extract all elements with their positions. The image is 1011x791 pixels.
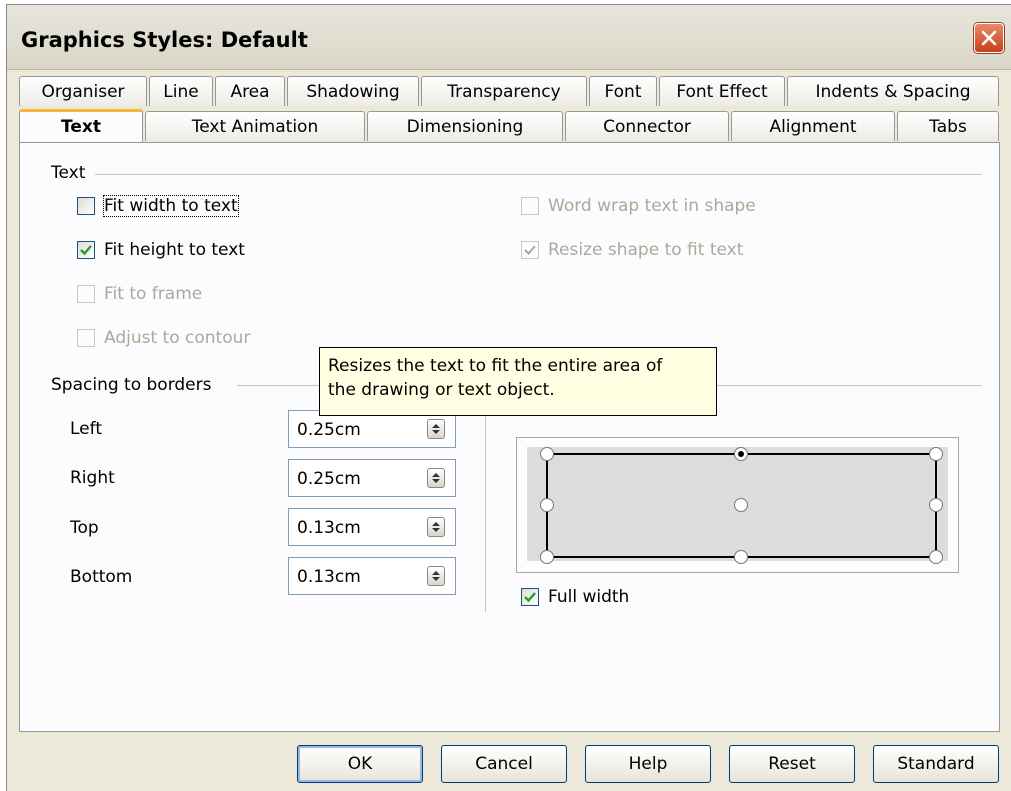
resize-shape-label[interactable]: Resize shape to fit text (548, 240, 743, 260)
ok-button[interactable]: OK (297, 745, 423, 783)
tab-label: Organiser (41, 82, 125, 102)
tab-indents-spacing[interactable]: Indents & Spacing (787, 76, 999, 106)
bottom-spacing-value: 0.13cm (297, 567, 361, 587)
reset-button[interactable]: Reset (729, 745, 855, 783)
spin-button[interactable] (427, 517, 445, 537)
anchor-middle-left[interactable] (540, 498, 554, 512)
tab-font[interactable]: Font (589, 76, 657, 106)
anchor-top-center[interactable] (734, 447, 748, 461)
anchor-top-right[interactable] (929, 447, 943, 461)
spin-arrows-icon (432, 424, 440, 434)
anchor-bottom-left[interactable] (540, 550, 554, 564)
spin-arrows-icon (432, 473, 440, 483)
checkmark-icon (524, 592, 536, 603)
fit-height-checkbox[interactable] (77, 241, 95, 259)
fit-frame-label[interactable]: Fit to frame (104, 284, 202, 304)
spin-button[interactable] (427, 468, 445, 488)
left-spacing-label: Left (70, 419, 102, 439)
tab-text-animation[interactable]: Text Animation (145, 111, 365, 141)
right-spacing-value: 0.25cm (297, 469, 361, 489)
tab-label: Text Animation (191, 117, 319, 137)
anchor-preview (527, 447, 948, 564)
spacing-group-label: Spacing to borders (51, 375, 218, 395)
tab-transparency[interactable]: Transparency (421, 76, 587, 106)
word-wrap-label[interactable]: Word wrap text in shape (548, 196, 756, 216)
standard-button[interactable]: Standard (873, 745, 999, 783)
tab-organiser[interactable]: Organiser (19, 76, 147, 106)
anchor-center[interactable] (734, 498, 748, 512)
tab-line[interactable]: Line (149, 76, 213, 106)
tab-label: Connector (603, 117, 691, 137)
text-anchor-selector (516, 437, 959, 573)
title-bar[interactable]: Graphics Styles: Default (7, 5, 1011, 70)
right-spacing-field[interactable]: 0.25cm (288, 459, 456, 497)
tab-area[interactable]: Area (215, 76, 285, 106)
close-icon (981, 30, 997, 46)
tab-shadowing[interactable]: Shadowing (287, 76, 419, 106)
tab-label: Indents & Spacing (815, 82, 971, 102)
tab-label: Alignment (769, 117, 857, 137)
dialog-window: Graphics Styles: Default Organiser Line … (6, 4, 1011, 791)
top-spacing-value: 0.13cm (297, 518, 361, 538)
window-title: Graphics Styles: Default (21, 28, 308, 52)
fit-width-checkbox[interactable] (77, 197, 95, 215)
adjust-contour-label[interactable]: Adjust to contour (104, 328, 250, 348)
resize-shape-checkbox[interactable] (521, 241, 539, 259)
checkmark-icon (80, 245, 92, 256)
top-spacing-field[interactable]: 0.13cm (288, 508, 456, 546)
adjust-contour-checkbox[interactable] (77, 329, 95, 347)
spin-button[interactable] (427, 419, 445, 439)
tab-font-effect[interactable]: Font Effect (659, 76, 785, 106)
top-spacing-label: Top (70, 518, 99, 538)
spin-arrows-icon (432, 571, 440, 581)
left-spacing-value: 0.25cm (297, 420, 361, 440)
tooltip-line-1: Resizes the text to fit the entire area … (328, 356, 663, 376)
group-divider (95, 174, 982, 175)
text-group-label: Text (51, 163, 92, 183)
tab-label: Tabs (929, 117, 967, 137)
column-divider (485, 390, 486, 612)
anchor-middle-right[interactable] (929, 498, 943, 512)
bottom-spacing-field[interactable]: 0.13cm (288, 557, 456, 595)
full-width-label[interactable]: Full width (548, 587, 629, 607)
anchor-bottom-center[interactable] (734, 550, 748, 564)
fit-height-label[interactable]: Fit height to text (104, 240, 245, 260)
fit-frame-checkbox[interactable] (77, 285, 95, 303)
close-button[interactable] (974, 23, 1004, 53)
tooltip-line-2: the drawing or text object. (328, 380, 555, 400)
tab-label: Font (604, 82, 642, 102)
tab-label: Shadowing (306, 82, 400, 102)
spin-button[interactable] (427, 566, 445, 586)
tab-text[interactable]: Text (19, 109, 143, 143)
tab-label: Transparency (447, 82, 561, 102)
tab-alignment[interactable]: Alignment (731, 111, 895, 141)
tab-label: Area (230, 82, 270, 102)
full-width-checkbox[interactable] (521, 588, 539, 606)
tab-tabs[interactable]: Tabs (897, 111, 999, 141)
fit-width-label[interactable]: Fit width to text (103, 195, 239, 217)
spin-arrows-icon (432, 522, 440, 532)
anchor-bottom-right[interactable] (929, 550, 943, 564)
tooltip: Resizes the text to fit the entire area … (319, 347, 717, 416)
word-wrap-checkbox[interactable] (521, 197, 539, 215)
tab-label: Line (163, 82, 199, 102)
tab-dimensioning[interactable]: Dimensioning (367, 111, 563, 141)
cancel-button[interactable]: Cancel (441, 745, 567, 783)
bottom-spacing-label: Bottom (70, 567, 133, 587)
tab-connector[interactable]: Connector (565, 111, 729, 141)
tab-label: Dimensioning (406, 117, 524, 137)
tab-label: Font Effect (676, 82, 768, 102)
tab-label: Text (61, 117, 101, 137)
help-button[interactable]: Help (585, 745, 711, 783)
right-spacing-label: Right (70, 468, 115, 488)
anchor-top-left[interactable] (540, 447, 554, 461)
checkmark-icon (524, 245, 536, 255)
